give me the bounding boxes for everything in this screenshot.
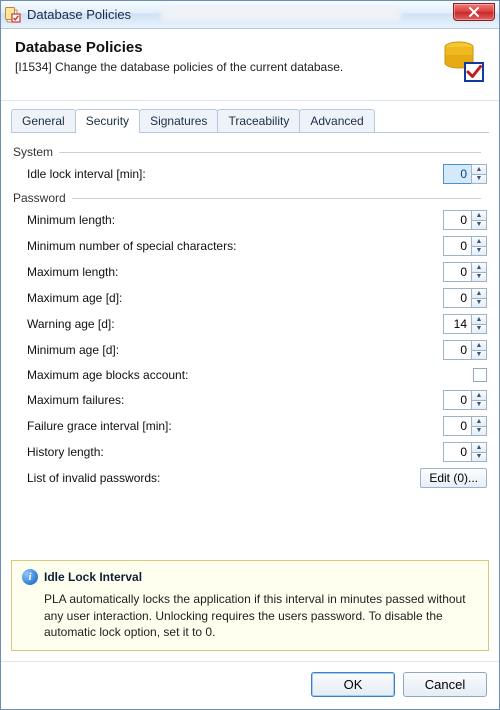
idle-lock-input[interactable] [443,164,471,184]
header-subtitle: [I1534] Change the database policies of … [15,60,343,74]
min-length-up[interactable]: ▲ [471,210,487,220]
grace-interval-label: Failure grace interval [min]: [27,419,172,433]
block-account-checkbox[interactable] [473,368,487,382]
window-title: Database Policies [27,7,131,22]
ok-button[interactable]: OK [311,672,395,697]
max-length-up[interactable]: ▲ [471,262,487,272]
info-body: PLA automatically locks the application … [44,591,478,640]
verify-check-icon [465,63,483,81]
tab-advanced[interactable]: Advanced [299,109,374,133]
header-title: Database Policies [15,39,343,56]
database-policies-icon [5,7,21,23]
min-special-up[interactable]: ▲ [471,236,487,246]
row-grace-interval: Failure grace interval [min]: ▲▼ [13,413,487,439]
max-age-down[interactable]: ▼ [471,298,487,309]
warn-age-down[interactable]: ▼ [471,324,487,335]
block-account-label: Maximum age blocks account: [27,368,188,382]
min-age-input[interactable] [443,340,471,360]
titlebar: Database Policies [1,1,499,29]
row-warn-age: Warning age [d]: ▲▼ [13,311,487,337]
footer: OK Cancel [1,661,499,709]
idle-lock-label: Idle lock interval [min]: [27,167,146,181]
group-password: Password [13,191,487,205]
close-icon [468,7,480,17]
info-panel: i Idle Lock Interval PLA automatically l… [11,560,489,651]
row-min-length: Minimum length: ▲▼ [13,207,487,233]
row-idle-lock: Idle lock interval [min]: ▲ ▼ [13,161,487,187]
min-length-input[interactable] [443,210,471,230]
min-special-down[interactable]: ▼ [471,246,487,257]
max-age-up[interactable]: ▲ [471,288,487,298]
header-icon-group [439,39,485,86]
history-length-up[interactable]: ▲ [471,442,487,452]
info-icon: i [22,569,38,585]
titlebar-blurred-region [161,7,401,21]
max-length-label: Maximum length: [27,265,118,279]
min-age-down[interactable]: ▼ [471,350,487,361]
dialog-window: Database Policies Database Policies [I15… [0,0,500,710]
history-length-down[interactable]: ▼ [471,452,487,463]
max-length-down[interactable]: ▼ [471,272,487,283]
header: Database Policies [I1534] Change the dat… [1,29,499,101]
grace-interval-down[interactable]: ▼ [471,426,487,437]
idle-lock-down[interactable]: ▼ [471,174,487,185]
row-block-account: Maximum age blocks account: [13,363,487,387]
tab-general[interactable]: General [11,109,76,133]
invalid-list-label: List of invalid passwords: [27,471,160,485]
tab-signatures[interactable]: Signatures [139,109,218,133]
max-failures-up[interactable]: ▲ [471,390,487,400]
group-password-label: Password [13,191,66,205]
tabbar: General Security Signatures Traceability… [1,101,499,133]
tab-security[interactable]: Security [75,109,140,133]
header-text: Database Policies [I1534] Change the dat… [15,39,343,74]
min-age-label: Minimum age [d]: [27,343,119,357]
row-max-length: Maximum length: ▲▼ [13,259,487,285]
grace-interval-input[interactable] [443,416,471,436]
grace-interval-up[interactable]: ▲ [471,416,487,426]
divider [59,152,481,153]
max-age-input[interactable] [443,288,471,308]
warn-age-label: Warning age [d]: [27,317,115,331]
info-title: Idle Lock Interval [44,570,142,584]
tab-traceability[interactable]: Traceability [217,109,300,133]
tab-content-security: System Idle lock interval [min]: ▲ ▼ Pas… [1,133,499,550]
close-button[interactable] [453,3,495,21]
warn-age-up[interactable]: ▲ [471,314,487,324]
max-age-label: Maximum age [d]: [27,291,122,305]
row-min-age: Minimum age [d]: ▲▼ [13,337,487,363]
row-history-length: History length: ▲▼ [13,439,487,465]
row-max-failures: Maximum failures: ▲▼ [13,387,487,413]
warn-age-input[interactable] [443,314,471,334]
min-length-label: Minimum length: [27,213,115,227]
min-length-down[interactable]: ▼ [471,220,487,231]
history-length-label: History length: [27,445,104,459]
row-invalid-list: List of invalid passwords: Edit (0)... [13,465,487,491]
min-special-input[interactable] [443,236,471,256]
cancel-button[interactable]: Cancel [403,672,487,697]
min-special-label: Minimum number of special characters: [27,239,236,253]
row-max-age: Maximum age [d]: ▲▼ [13,285,487,311]
max-length-input[interactable] [443,262,471,282]
divider [72,198,481,199]
idle-lock-up[interactable]: ▲ [471,164,487,174]
info-title-row: i Idle Lock Interval [22,569,478,585]
history-length-input[interactable] [443,442,471,462]
min-age-up[interactable]: ▲ [471,340,487,350]
group-system: System [13,145,487,159]
invalid-list-edit-button[interactable]: Edit (0)... [420,468,487,488]
idle-lock-spinner: ▲ ▼ [443,164,487,184]
max-failures-label: Maximum failures: [27,393,124,407]
row-min-special: Minimum number of special characters: ▲▼ [13,233,487,259]
max-failures-input[interactable] [443,390,471,410]
max-failures-down[interactable]: ▼ [471,400,487,411]
group-system-label: System [13,145,53,159]
